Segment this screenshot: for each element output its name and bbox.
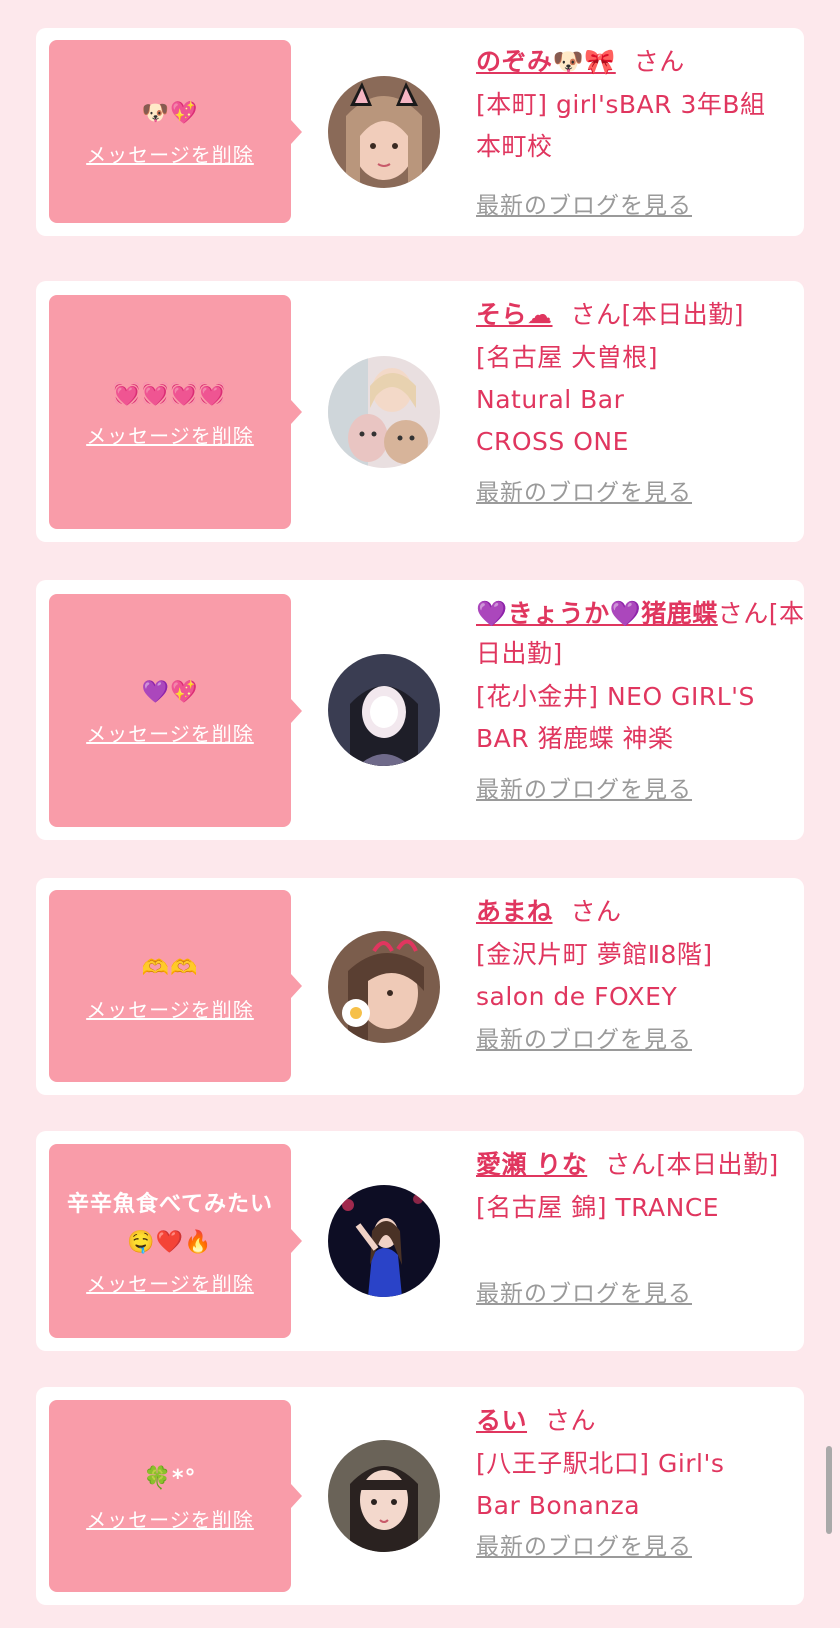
delete-message-link[interactable]: メッセージを削除 xyxy=(86,1268,254,1297)
message-card: 💜💖 メッセージを削除 💜きょうか💜猪鹿蝶さん[本日出勤] [花小金井] NEO… xyxy=(36,580,804,840)
sender-honorific: さん[本日出勤] xyxy=(570,300,745,329)
message-text: 💓💓💓💓 xyxy=(113,381,227,407)
latest-blog-link[interactable]: 最新のブログを見る xyxy=(476,770,692,804)
message-list: 🐶💖 メッセージを削除 のぞみ🐶🎀 さん [本町] girl'sBAR 3年B組… xyxy=(0,0,840,1628)
message-bubble: 💜💖 メッセージを削除 xyxy=(49,594,302,827)
shop-name: [本町] girl'sBAR 3年B組 本町校 xyxy=(476,90,766,161)
sender-info: るい さん [八王子駅北口] Girl's Bar Bonanza xyxy=(476,1401,796,1527)
message-text: 🐶💖 xyxy=(141,101,199,126)
message-bubble: 🐶💖 メッセージを削除 xyxy=(49,40,302,223)
shop-name: [八王子駅北口] Girl's Bar Bonanza xyxy=(476,1449,725,1520)
message-bubble: 🫶🫶 メッセージを削除 xyxy=(49,890,302,1082)
sender-honorific: さん xyxy=(633,47,685,76)
delete-message-link[interactable]: メッセージを削除 xyxy=(86,1504,254,1533)
latest-blog-link[interactable]: 最新のブログを見る xyxy=(476,1020,692,1054)
message-text: 🍀*° xyxy=(143,1465,197,1491)
avatar[interactable] xyxy=(328,1440,440,1552)
delete-message-link[interactable]: メッセージを削除 xyxy=(86,139,254,168)
sender-honorific: さん xyxy=(545,1406,597,1435)
message-card: 辛辛魚食べてみたい🤤❤️🔥 メッセージを削除 愛瀬 りな さん[本日出勤] [名古… xyxy=(36,1131,804,1351)
sender-name-link[interactable]: のぞみ🐶🎀 xyxy=(476,47,616,76)
message-text: 辛辛魚食べてみたい🤤❤️🔥 xyxy=(66,1191,274,1255)
avatar[interactable] xyxy=(328,931,440,1043)
sender-name-link[interactable]: あまね xyxy=(476,897,553,926)
sender-name-link[interactable]: 愛瀬 りな xyxy=(476,1150,587,1179)
message-card: 🫶🫶 メッセージを削除 あまね さん [金沢片町 夢館Ⅱ8階] salon de … xyxy=(36,878,804,1095)
scrollbar[interactable] xyxy=(826,1446,832,1534)
sender-info: あまね さん [金沢片町 夢館Ⅱ8階] salon de FOXEY xyxy=(476,892,796,1018)
latest-blog-link[interactable]: 最新のブログを見る xyxy=(476,1274,692,1308)
avatar[interactable] xyxy=(328,76,440,188)
latest-blog-link[interactable]: 最新のブログを見る xyxy=(476,473,692,507)
sender-name-link[interactable]: るい xyxy=(476,1406,527,1435)
message-bubble: 🍀*° メッセージを削除 xyxy=(49,1400,302,1592)
delete-message-link[interactable]: メッセージを削除 xyxy=(86,718,254,747)
delete-message-link[interactable]: メッセージを削除 xyxy=(86,994,254,1023)
sender-info: のぞみ🐶🎀 さん [本町] girl'sBAR 3年B組 本町校 xyxy=(476,42,796,168)
message-card: 💓💓💓💓 メッセージを削除 そら☁ さん[本日出勤] [名古屋 大曽根] Nat… xyxy=(36,281,804,542)
message-card: 🍀*° メッセージを削除 るい さん [八王子駅北口] Girl's Bar Bo… xyxy=(36,1387,804,1605)
shop-name: [花小金井] NEO GIRL'S BAR 猪鹿蝶 神楽 xyxy=(476,682,755,753)
avatar[interactable] xyxy=(328,356,440,468)
sender-honorific: さん[本日出勤] xyxy=(605,1150,779,1179)
sender-info: 愛瀬 りな さん[本日出勤] [名古屋 錦] TRANCE xyxy=(476,1145,796,1229)
latest-blog-link[interactable]: 最新のブログを見る xyxy=(476,1527,692,1561)
avatar[interactable] xyxy=(328,1185,440,1297)
sender-name-link[interactable]: そら☁ xyxy=(476,300,553,329)
latest-blog-link[interactable]: 最新のブログを見る xyxy=(476,186,692,220)
message-text: 🫶🫶 xyxy=(141,955,199,981)
message-bubble: 💓💓💓💓 メッセージを削除 xyxy=(49,295,302,529)
sender-info: 💜きょうか💜猪鹿蝶さん[本日出勤] [花小金井] NEO GIRL'S BAR … xyxy=(476,594,806,760)
message-card: 🐶💖 メッセージを削除 のぞみ🐶🎀 さん [本町] girl'sBAR 3年B組… xyxy=(36,28,804,236)
avatar[interactable] xyxy=(328,654,440,766)
shop-name: [金沢片町 夢館Ⅱ8階] salon de FOXEY xyxy=(476,940,713,1011)
delete-message-link[interactable]: メッセージを削除 xyxy=(86,420,254,449)
message-text: 💜💖 xyxy=(141,680,199,705)
sender-name-link[interactable]: 💜きょうか💜猪鹿蝶 xyxy=(476,599,718,628)
message-bubble: 辛辛魚食べてみたい🤤❤️🔥 メッセージを削除 xyxy=(49,1144,302,1338)
shop-name: [名古屋 錦] TRANCE xyxy=(476,1193,720,1222)
sender-info: そら☁ さん[本日出勤] [名古屋 大曽根] Natural Bar CROSS … xyxy=(476,295,806,463)
shop-name: [名古屋 大曽根] Natural Bar CROSS ONE xyxy=(476,343,658,456)
sender-honorific: さん xyxy=(570,897,622,926)
